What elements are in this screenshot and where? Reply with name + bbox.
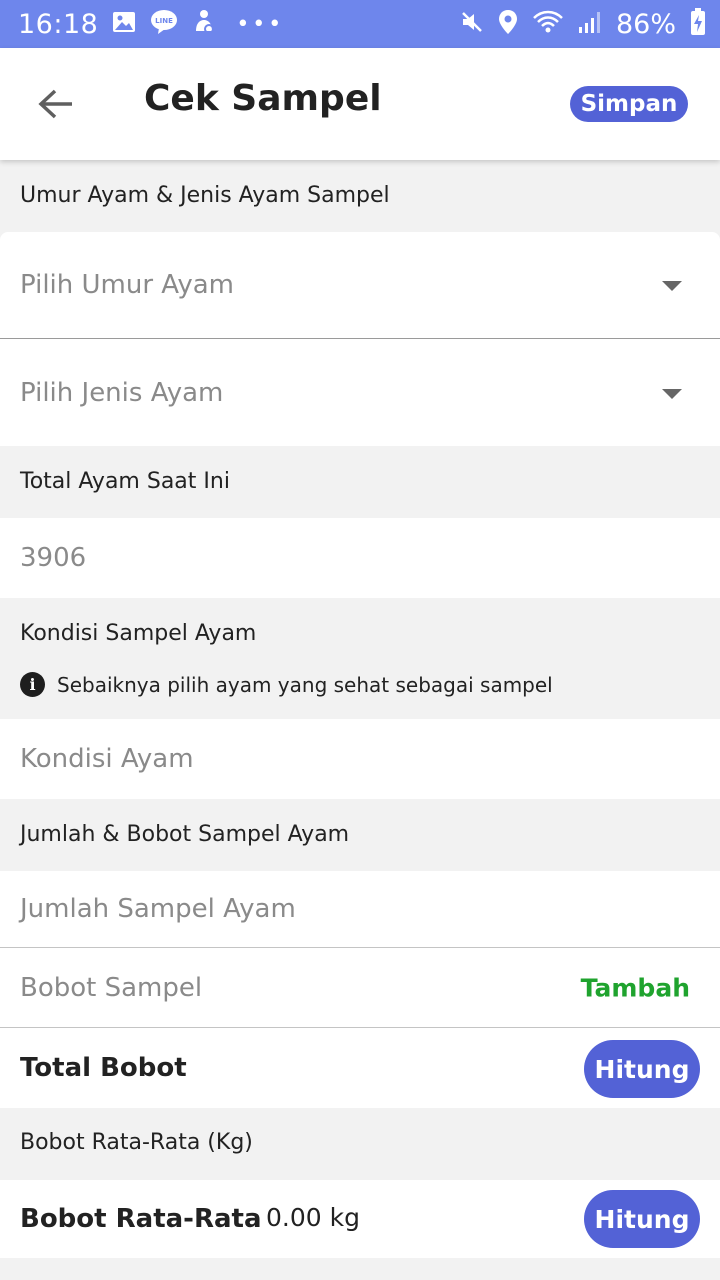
kondisi-ayam-placeholder: Kondisi Ayam [20, 744, 194, 774]
dropdown-arrow-icon [662, 281, 682, 291]
hitung-rata-button[interactable]: Hitung [584, 1190, 700, 1248]
total-ayam-value: 3906 [20, 543, 87, 573]
jumlah-sampel-placeholder: Jumlah Sampel Ayam [20, 894, 296, 924]
section-label-total-ayam: Total Ayam Saat Ini [20, 469, 230, 494]
kondisi-info: i Sebaiknya pilih ayam yang sehat sebaga… [20, 672, 553, 697]
section-label-jumlah-bobot: Jumlah & Bobot Sampel Ayam [20, 822, 350, 847]
page-title: Cek Sampel [144, 78, 382, 119]
umur-ayam-placeholder: Pilih Umur Ayam [20, 270, 234, 300]
section-label-kondisi: Kondisi Sampel Ayam [20, 621, 257, 646]
accessibility-icon [192, 9, 216, 39]
gallery-icon [112, 11, 136, 37]
jenis-ayam-dropdown[interactable]: Pilih Jenis Ayam [0, 339, 720, 446]
line-app-icon: LINE [150, 9, 178, 39]
bobot-rata-label: Bobot Rata-Rata [20, 1204, 262, 1234]
umur-ayam-dropdown[interactable]: Pilih Umur Ayam [0, 232, 720, 338]
svg-text:LINE: LINE [155, 17, 173, 25]
status-time: 16:18 [18, 8, 99, 40]
info-icon: i [20, 672, 45, 697]
more-dots-icon: ••• [236, 11, 285, 37]
section-label-bobot-rata: Bobot Rata-Rata (Kg) [20, 1130, 253, 1155]
signal-icon [578, 10, 602, 38]
section-label-umur-jenis: Umur Ayam & Jenis Ayam Sampel [20, 183, 390, 208]
arrow-back-icon [38, 89, 72, 119]
total-ayam-field: 3906 [0, 518, 720, 598]
mute-icon [460, 10, 484, 38]
jumlah-sampel-input[interactable]: Jumlah Sampel Ayam [0, 871, 720, 947]
bobot-rata-value: 0.00 kg [266, 1203, 360, 1232]
save-button[interactable]: Simpan [570, 86, 688, 122]
tambah-button[interactable]: Tambah [581, 973, 690, 1002]
jenis-ayam-placeholder: Pilih Jenis Ayam [20, 377, 224, 408]
app-bar: Cek Sampel Simpan [0, 48, 720, 160]
status-bar: 16:18 LINE ••• 86% [0, 0, 720, 48]
dropdown-arrow-icon [662, 388, 682, 399]
battery-charging-icon [690, 8, 706, 40]
bobot-sampel-input[interactable]: Bobot Sampel Tambah [0, 948, 720, 1027]
back-button[interactable] [34, 84, 78, 124]
wifi-icon [532, 9, 564, 39]
kondisi-ayam-input[interactable]: Kondisi Ayam [0, 719, 720, 799]
battery-percent: 86% [615, 8, 676, 40]
total-bobot-label: Total Bobot [20, 1053, 187, 1083]
bobot-sampel-placeholder: Bobot Sampel [20, 972, 203, 1003]
kondisi-info-text: Sebaiknya pilih ayam yang sehat sebagai … [57, 672, 553, 697]
hitung-total-bobot-button[interactable]: Hitung [584, 1040, 700, 1098]
location-icon [498, 9, 518, 39]
